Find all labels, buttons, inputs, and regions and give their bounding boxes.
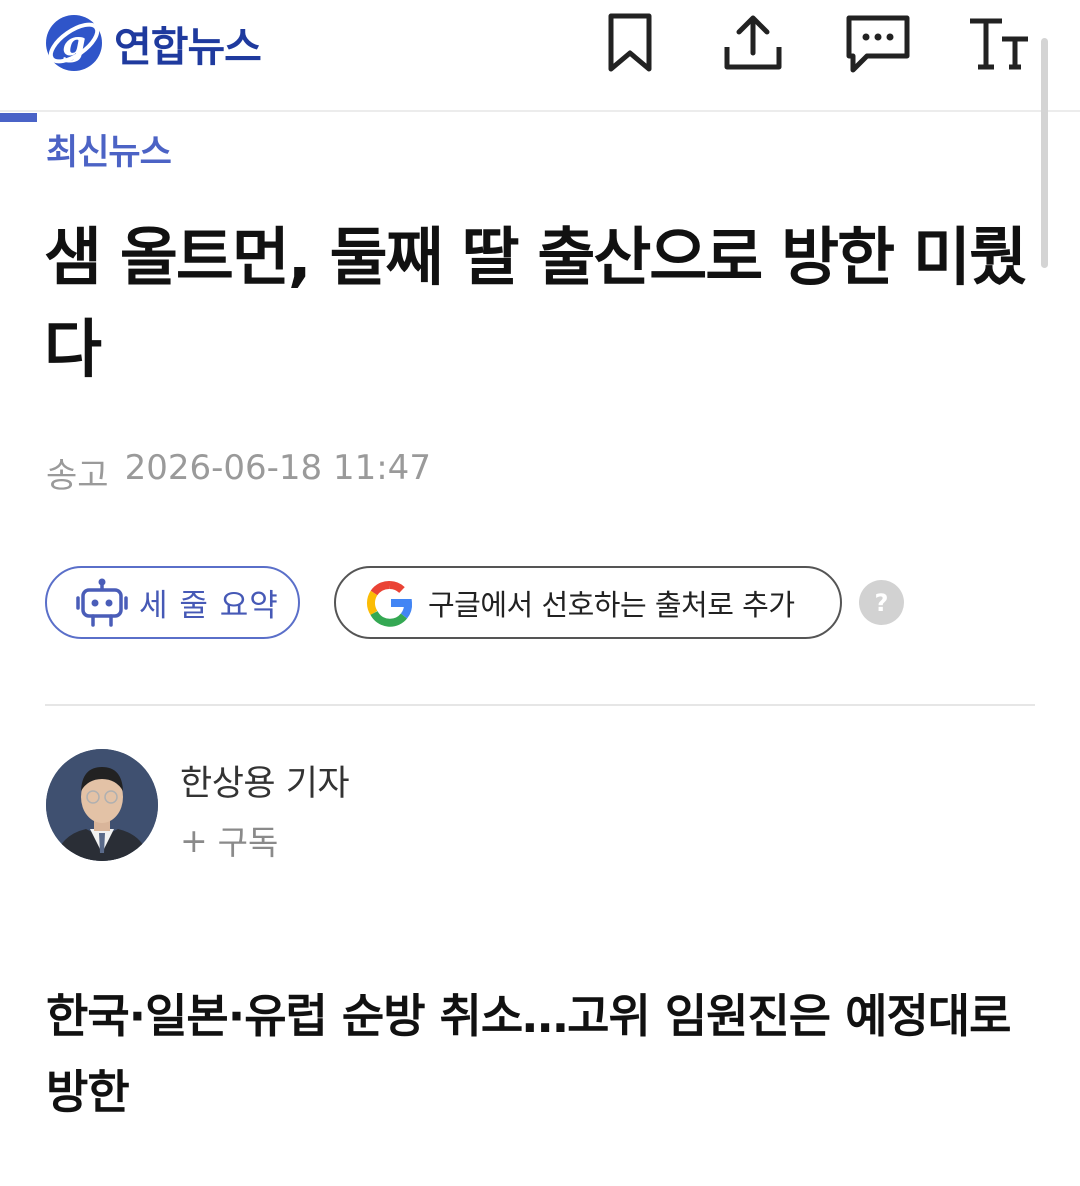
- google-preferred-source-button[interactable]: 구글에서 선호하는 출처로 추가: [334, 566, 842, 639]
- logo-text: 연합뉴스: [114, 23, 262, 71]
- reporter-avatar[interactable]: [46, 749, 158, 861]
- article-headline: 샘 올트먼, 둘째 딸 출산으로 방한 미뤘다: [44, 221, 1027, 386]
- svg-text:g: g: [62, 24, 86, 64]
- comment-button[interactable]: [845, 10, 911, 76]
- sent-label: 송고: [46, 456, 109, 496]
- yonhap-logo[interactable]: g 연합뉴스: [44, 10, 262, 76]
- google-icon: [366, 580, 413, 627]
- divider: [45, 704, 1035, 706]
- font-size-button[interactable]: [966, 10, 1032, 76]
- font-size-icon: [970, 18, 1028, 70]
- article-page: g 연합뉴스 최신뉴스 샘 올트먼, 둘째 딸 출산으로 방한 미뤘다 송고 2…: [0, 0, 1080, 1186]
- category-label[interactable]: 최신뉴스: [46, 124, 172, 175]
- bookmark-button[interactable]: [597, 10, 663, 76]
- summary-label: 세 줄 요약: [139, 588, 279, 624]
- share-button[interactable]: [720, 10, 786, 76]
- reading-progress-bar: [0, 113, 37, 122]
- sent-datetime: 2026-06-18 11:47: [124, 448, 431, 488]
- top-bar: g 연합뉴스: [0, 0, 1080, 112]
- yonhap-logo-icon: g: [46, 15, 102, 71]
- subscribe-label: 구독: [217, 823, 279, 862]
- reporter-name[interactable]: 한상용 기자: [180, 755, 350, 806]
- bookmark-icon: [608, 13, 652, 72]
- robot-icon: [76, 578, 128, 627]
- google-source-label: 구글에서 선호하는 출처로 추가: [428, 587, 795, 622]
- article-subheadline: 한국·일본·유럽 순방 취소…고위 임원진은 예정대로 방한: [46, 989, 1011, 1119]
- subscribe-button[interactable]: + 구독: [180, 816, 278, 864]
- share-icon: [724, 15, 782, 70]
- published-info: 송고 2026-06-18 11:47: [46, 448, 431, 497]
- comment-icon: [846, 15, 910, 73]
- reporter-photo: [46, 749, 158, 861]
- three-line-summary-button[interactable]: 세 줄 요약: [45, 566, 300, 639]
- plus-icon: +: [180, 820, 208, 860]
- scrollbar[interactable]: [1041, 38, 1048, 268]
- help-icon[interactable]: ?: [859, 580, 904, 625]
